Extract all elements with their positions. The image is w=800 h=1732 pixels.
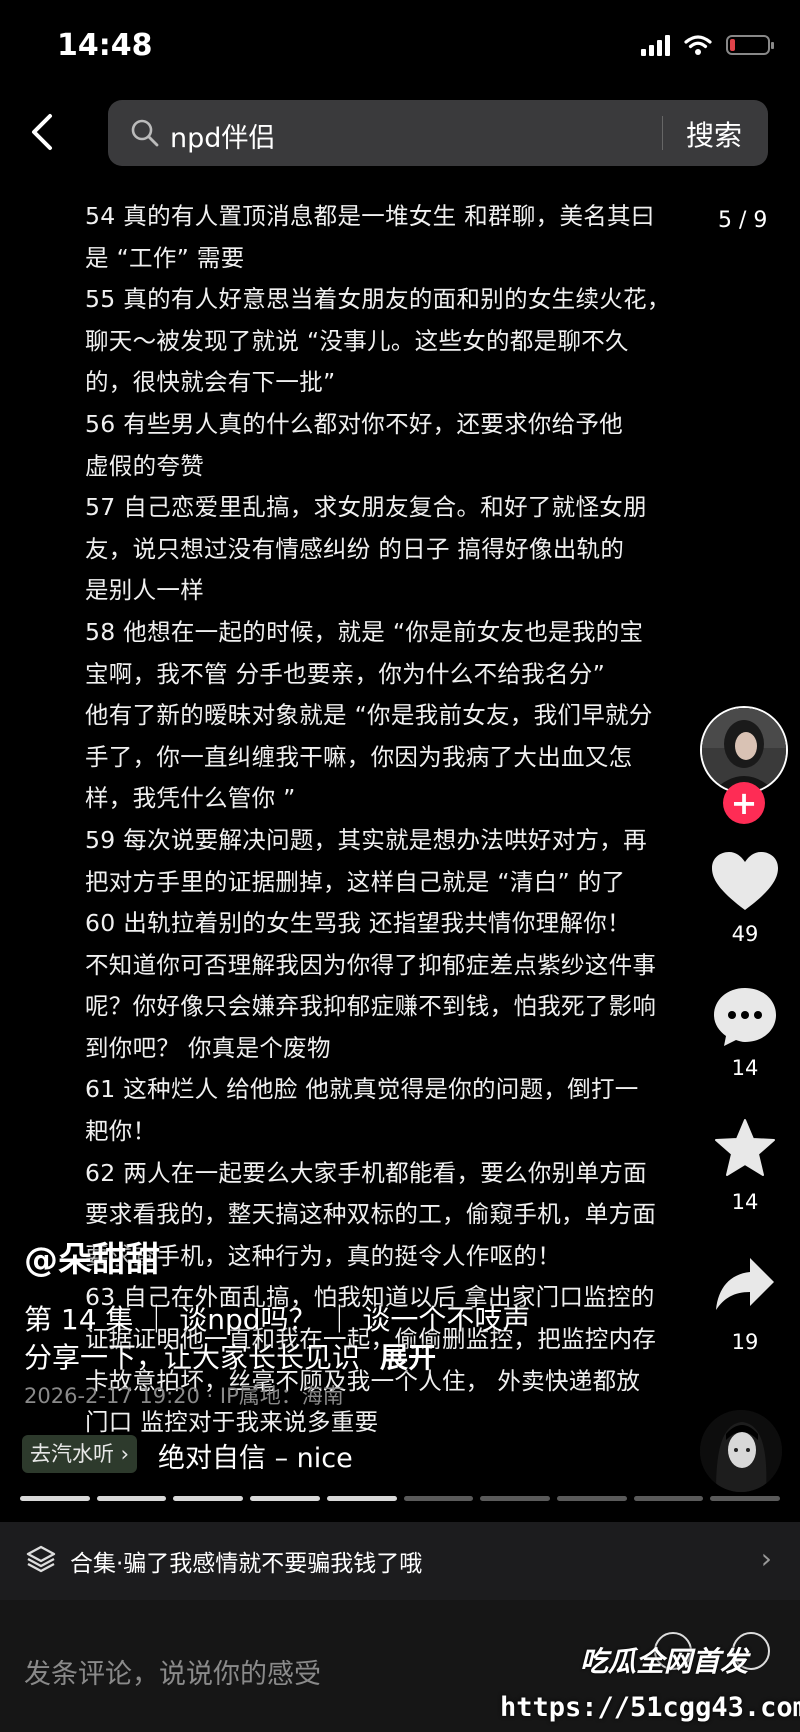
- search-icon: [130, 118, 160, 152]
- caption-line: 耙你！: [85, 1117, 157, 1146]
- search-input[interactable]: npd伴侣: [170, 116, 275, 155]
- caption-line: 59 每次说要解决问题，其实就是想办法哄好对方，再: [85, 825, 647, 854]
- caption-line: 的，很快就会有下一批”: [85, 368, 336, 397]
- progress-segment: [403, 1496, 474, 1501]
- music-disc[interactable]: [700, 1410, 782, 1492]
- caption-line: 样，我凭什么管你 ”: [85, 784, 296, 813]
- caption-line: 54 真的有人置顶消息都是一堆女生 和群聊，美名其曰: [85, 202, 655, 230]
- favorite-star-icon[interactable]: [714, 1118, 776, 1178]
- back-button[interactable]: [28, 112, 68, 162]
- chevron-left-icon: [32, 114, 52, 150]
- cellular-signal-icon: [641, 34, 670, 56]
- caption-line: 57 自己恋爱里乱搞，求女朋友复合。和好了就怪女朋: [85, 493, 647, 522]
- video-description-line2: 分享一下，让大家长长见识 展开: [24, 1336, 436, 1376]
- music-app-tag[interactable]: 去汽水听 ›: [22, 1435, 138, 1473]
- favorite-count: 14: [731, 1190, 759, 1214]
- caption-line: 56 有些男人真的什么都对你不好，还要求你给予他: [85, 409, 624, 438]
- comment-icon[interactable]: [712, 986, 778, 1048]
- caption-line: 要求查手机，这种行为，真的挺令人作呕的！: [85, 1241, 561, 1270]
- collection-label: 合集·骗了我感情就不要骗我钱了哦: [70, 1551, 423, 1577]
- progress-segment: [556, 1496, 627, 1501]
- progress-segment: [173, 1496, 244, 1501]
- episode-progress: [20, 1496, 781, 1501]
- caption-line: 是别人一样: [85, 576, 204, 605]
- music-disc-icon: [700, 1410, 782, 1492]
- expand-button[interactable]: 展开: [380, 1341, 436, 1374]
- watermark-url: https://51cgg43.com: [500, 1692, 800, 1723]
- author-name[interactable]: @朵甜甜: [24, 1232, 160, 1281]
- search-bar[interactable]: npd伴侣 搜索: [108, 100, 768, 166]
- caption-line: 55 真的有人好意思当着女朋友的面和别的女生续火花，: [85, 285, 671, 314]
- watermark-logo: 吃瓜全网首发: [580, 1645, 749, 1678]
- like-heart-icon[interactable]: [712, 852, 778, 912]
- follow-button[interactable]: +: [723, 782, 765, 824]
- caption-line: 虚假的夸赞: [85, 451, 204, 480]
- share-arrow-icon[interactable]: [714, 1256, 776, 1312]
- avatar-image: [702, 708, 786, 792]
- share-count: 19: [731, 1330, 759, 1354]
- caption-line: 友，说只想过没有情感纠纷 的日子 搞得好像出轨的: [85, 534, 625, 563]
- status-icons: [641, 30, 774, 60]
- caption-line: 不知道你可否理解我因为你得了抑郁症差点紫纱这件事: [85, 950, 657, 979]
- caption-line: 60 出轨拉着别的女生骂我 还指望我共情你理解你！: [85, 909, 631, 938]
- search-button[interactable]: 搜索: [686, 114, 742, 154]
- like-count: 49: [731, 922, 759, 946]
- battery-icon: [726, 35, 774, 55]
- video-caption-text: 54 真的有人置顶消息都是一堆女生 和群聊，美名其曰是 “工作” 需要 55 真的…: [85, 196, 725, 1444]
- layers-icon: [26, 1545, 56, 1573]
- page-indicator: 5 / 9: [718, 208, 768, 233]
- avatar[interactable]: [700, 706, 788, 794]
- progress-segment: [96, 1496, 167, 1501]
- caption-line: 呢？你好像只会嫌弃我抑郁症赚不到钱，怕我死了影响: [85, 992, 657, 1021]
- chevron-right-icon: ›: [760, 1542, 772, 1575]
- search-divider: [662, 116, 663, 150]
- caption-line: 宝啊，我不管 分手也要亲，你为什么不给我名分”: [85, 659, 606, 688]
- caption-line: 到你吧？ 你真是个废物: [85, 1033, 331, 1062]
- caption-line: 他有了新的暧昧对象就是 “你是我前女友，我们早就分: [85, 701, 653, 730]
- wifi-icon: [684, 35, 712, 55]
- caption-line: 手了，你一直纠缠我干嘛，你因为我病了大出血又怎: [85, 742, 633, 771]
- post-meta: 2026-2-17 19:20 · IP属地：海南: [24, 1384, 344, 1408]
- caption-line: 把对方手里的证据删掉，这样自己就是 “清白” 的了: [85, 867, 626, 896]
- progress-segment: [710, 1496, 781, 1501]
- collection-bar[interactable]: 合集·骗了我感情就不要骗我钱了哦 ›: [0, 1522, 800, 1600]
- caption-line: 是 “工作” 需要: [85, 243, 245, 272]
- comment-count: 14: [731, 1056, 759, 1080]
- caption-line: 62 两人在一起要么大家手机都能看，要么你别单方面: [85, 1158, 647, 1187]
- caption-line: 聊天～被发现了就说 “没事儿。这些女的都是聊不久: [85, 326, 629, 355]
- caption-line: 要求看我的，整天搞这种双标的工，偷窥手机，单方面: [85, 1200, 657, 1229]
- progress-segment: [326, 1496, 397, 1501]
- progress-segment: [633, 1496, 704, 1501]
- progress-segment: [480, 1496, 550, 1501]
- music-title[interactable]: 绝对自信 – nice: [158, 1436, 353, 1475]
- video-description: 第 14 集 ｜ 谈npd吗？ ｜ 谈一个不吱声: [24, 1303, 531, 1336]
- caption-line: 61 这种烂人 给他脸 他就真觉得是你的问题，倒打一: [85, 1075, 639, 1104]
- progress-segment: [20, 1496, 90, 1501]
- comment-bar: 发条评论，说说你的感受 吃瓜全网首发 https://51cgg43.com: [0, 1600, 800, 1732]
- description-text: 分享一下，让大家长长见识: [24, 1341, 361, 1374]
- caption-line: 58 他想在一起的时候，就是 “你是前女友也是我的宝: [85, 617, 644, 646]
- comment-input[interactable]: 发条评论，说说你的感受: [24, 1652, 321, 1691]
- progress-segment: [250, 1496, 320, 1501]
- status-time: 14:48: [57, 28, 153, 63]
